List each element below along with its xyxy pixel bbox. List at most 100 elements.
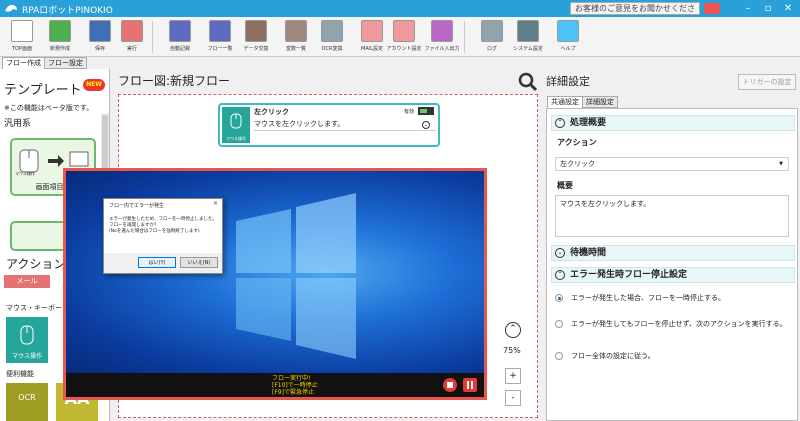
close-button[interactable]: ✕ (780, 2, 796, 15)
toolbar-button-play[interactable]: 実行 (112, 19, 152, 55)
toolbar-button-account[interactable]: アカウント設定 (384, 19, 424, 55)
action-select[interactable]: 左クリック ▼ (555, 157, 789, 171)
node-mouse-icon: マウス操作 (222, 107, 250, 143)
play-icon (121, 20, 143, 42)
pause-button[interactable] (463, 378, 477, 392)
log-icon (481, 20, 503, 42)
node-enabled-toggle[interactable] (418, 107, 434, 115)
toolbar-label: アカウント設定 (386, 46, 422, 52)
app-logo-icon (5, 4, 17, 12)
toolbar-button-ocr[interactable]: OCR変換 (312, 19, 352, 55)
dialog-close-icon[interactable]: ✕ (213, 200, 218, 207)
new-badge: NEW (83, 79, 105, 91)
save-icon (89, 20, 111, 42)
radio-option-follow-flow[interactable]: フロー全体の設定に従う。 (555, 351, 791, 361)
tab-common-settings[interactable]: 共通設定 (547, 96, 583, 108)
action-label: アクション (557, 138, 597, 147)
toolbar-button-log[interactable]: ログ (472, 19, 512, 55)
toolbar-button-help[interactable]: ヘルプ (548, 19, 588, 55)
new-file-icon (49, 20, 71, 42)
minimize-button[interactable]: – (740, 2, 756, 15)
toolbar-separator (152, 21, 153, 53)
section-overview[interactable]: ⌃ 処理概要 (551, 115, 795, 131)
toolbar-label: ログ (486, 46, 497, 52)
toolbar-label: 実行 (126, 46, 137, 52)
dialog-title: フロー内でエラーが発生 (109, 203, 165, 209)
radio-button[interactable] (555, 320, 563, 328)
help-icon (557, 20, 579, 42)
left-tabs: フロー作成 フロー設定 (0, 57, 110, 69)
search-icon[interactable] (518, 72, 538, 92)
node-icon-label: マウス操作 (226, 136, 246, 141)
radio-button[interactable] (555, 352, 563, 360)
account-icon (393, 20, 415, 42)
chevron-down-icon: ⌄ (555, 248, 565, 258)
category-mail[interactable]: メール (4, 275, 50, 288)
section-wait-time[interactable]: ⌄ 待機時間 (551, 245, 795, 261)
dialog-button-bar: はい(Y) いいえ(N) (104, 253, 222, 273)
zoom-scroll-up-button[interactable]: ⌃ (505, 322, 521, 338)
desktop-screen: フロー内でエラーが発生 ✕ エラーが発生したため、フローを一時停止しました。 フ… (66, 171, 484, 373)
action-mouse[interactable]: マウス操作 (6, 317, 48, 363)
app-title: RPAロボットPINOKIO (22, 6, 113, 16)
node-enabled-label: 有効 (404, 109, 415, 115)
template-title: テンプレート (4, 83, 82, 98)
toolbar-label: フロー一覧 (207, 46, 233, 52)
category-convenience[interactable]: 便利機能 (6, 369, 34, 379)
toolbar-button-box[interactable]: 変数一覧 (276, 19, 316, 55)
radio-label: フロー全体の設定に従う。 (571, 352, 655, 360)
toolbar-button-record[interactable]: 自動記録 (160, 19, 200, 55)
no-button[interactable]: いいえ(N) (180, 257, 218, 268)
toolbar-label: 新規作成 (49, 46, 70, 52)
feedback-box[interactable]: お客様のご意見をお聞かせください (570, 2, 700, 24)
summary-field[interactable]: マウスを左クリックします。 (555, 195, 789, 237)
toolbar-label: TOP画面 (11, 46, 32, 52)
box-icon (285, 20, 307, 42)
action-ocr[interactable]: OCR (6, 383, 48, 421)
category-general[interactable]: 汎用系 (4, 116, 31, 129)
file-io-icon (431, 20, 453, 42)
section-error-label: エラー発生時フロー停止設定 (570, 270, 688, 280)
radio-button[interactable] (555, 294, 563, 302)
run-status: フロー実行中! [F10]で一時停止 [F9]で緊急停止 (272, 375, 318, 396)
zoom-level: 75% (503, 346, 521, 355)
yes-button[interactable]: はい(Y) (138, 257, 176, 268)
trigger-settings-button[interactable]: トリガーの設定 (738, 74, 796, 90)
maximize-button[interactable]: ▫ (760, 2, 776, 15)
toolbar-button-gear[interactable]: システム設定 (508, 19, 548, 55)
dialog-body: エラーが発生したため、フローを一時停止しました。 フローを再開しますか? (No… (104, 213, 222, 253)
flow-node-left-click[interactable]: マウス操作 左クリック 有効 マウスを左クリックします。 ⌄ (218, 103, 440, 147)
list-icon (209, 20, 231, 42)
windows-logo-icon (236, 193, 356, 359)
toolbar-button-file-io[interactable]: ファイル入出力 (422, 19, 462, 55)
radio-option-pause[interactable]: エラーが発生した場合、フローを一時停止する。 (555, 293, 791, 303)
settings-panel: ⌃ 処理概要 アクション 左クリック ▼ 概要 マウスを左クリックします。 ⌄ … (546, 108, 798, 421)
tab-flow-settings[interactable]: フロー設定 (44, 57, 87, 69)
record-icon (169, 20, 191, 42)
tab-flow-create[interactable]: フロー作成 (2, 57, 45, 69)
node-description: マウスを左クリックします。 (254, 119, 436, 131)
category-mouse-keyboard[interactable]: マウス・キーボー (6, 303, 62, 313)
section-error-stop[interactable]: ⌃ エラー発生時フロー停止設定 (551, 267, 795, 283)
toolbar-button-home[interactable]: TOP画面 (2, 19, 42, 55)
node-title: 左クリック (254, 108, 289, 116)
toolbar-button-data[interactable]: データ交換 (236, 19, 276, 55)
tab-detail-settings[interactable]: 詳細設定 (582, 96, 618, 108)
stop-button[interactable] (443, 378, 457, 392)
data-icon (245, 20, 267, 42)
feedback-icon[interactable] (704, 3, 720, 14)
toolbar-label: OCR変換 (321, 46, 343, 52)
chevron-down-icon[interactable]: ⌄ (422, 121, 430, 129)
radio-option-continue[interactable]: エラーが発生してもフローを停止せず、次のアクションを実行する。 (555, 319, 791, 329)
toolbar-button-new-file[interactable]: 新規作成 (40, 19, 80, 55)
status-line: [F10]で一時停止 (272, 382, 318, 389)
dialog-line: (Noを選んだ場合はフローを強制終了します) (109, 229, 200, 234)
toolbar-label: ファイル入出力 (424, 46, 460, 52)
execution-overlay: フロー内でエラーが発生 ✕ エラーが発生したため、フローを一時停止しました。 フ… (63, 168, 487, 400)
toolbar-separator (464, 21, 465, 53)
toolbar-label: データ交換 (243, 46, 269, 52)
zoom-in-button[interactable]: + (505, 368, 521, 384)
zoom-out-button[interactable]: - (505, 390, 521, 406)
toolbar-button-list[interactable]: フロー一覧 (200, 19, 240, 55)
radio-label: エラーが発生した場合、フローを一時停止する。 (571, 294, 725, 302)
